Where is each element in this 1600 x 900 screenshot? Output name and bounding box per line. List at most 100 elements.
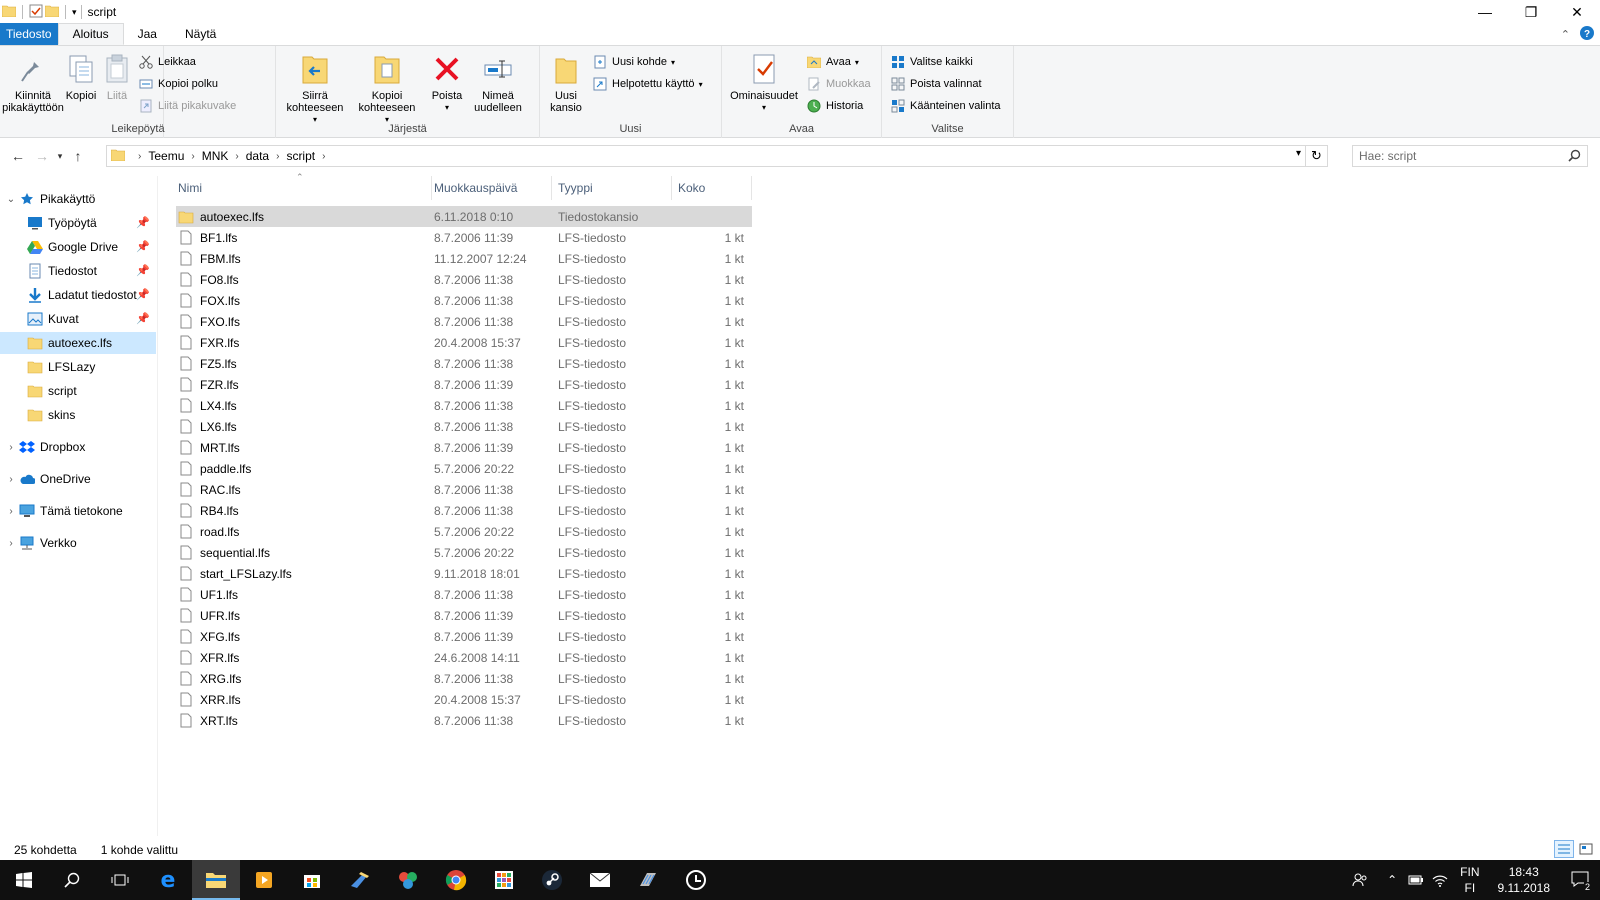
clock-app-icon[interactable] [672, 860, 720, 900]
collapse-ribbon-icon[interactable]: ⌃ [1561, 28, 1570, 41]
column-header-name[interactable]: Nimi ⌃ [176, 172, 432, 200]
chevron-right-icon[interactable]: › [138, 151, 141, 162]
apps-grid-icon[interactable] [480, 860, 528, 900]
up-button[interactable]: ↑ [67, 145, 89, 167]
file-row[interactable]: XRT.lfs 8.7.2006 11:38 LFS-tiedosto 1 kt [176, 710, 752, 731]
chevron-right-icon[interactable]: › [322, 151, 325, 162]
chevron-right-icon[interactable]: › [191, 151, 194, 162]
file-explorer-icon[interactable] [192, 860, 240, 900]
breadcrumb-item[interactable]: MNK [202, 149, 229, 163]
nav-recent-autoexec[interactable]: autoexec.lfs [0, 332, 156, 354]
select-all-button[interactable]: Valitse kaikki [890, 54, 1001, 70]
open-button[interactable]: Avaa ▾ [806, 54, 871, 70]
media-player-icon[interactable] [240, 860, 288, 900]
forward-button[interactable]: → [31, 145, 53, 167]
start-button[interactable] [0, 860, 48, 900]
file-row[interactable]: RB4.lfs 8.7.2006 11:38 LFS-tiedosto 1 kt [176, 500, 752, 521]
clock[interactable]: 18:43 9.11.2018 [1488, 864, 1561, 896]
nav-downloads[interactable]: Ladatut tiedostot 📌 [0, 284, 156, 306]
tab-file[interactable]: Tiedosto [0, 23, 58, 45]
history-button[interactable]: Historia [806, 98, 871, 114]
file-row[interactable]: FZ5.lfs 8.7.2006 11:38 LFS-tiedosto 1 kt [176, 353, 752, 374]
search-input[interactable]: Hae: script [1352, 145, 1588, 167]
details-view-button[interactable] [1554, 840, 1574, 858]
file-row[interactable]: FXO.lfs 8.7.2006 11:38 LFS-tiedosto 1 kt [176, 311, 752, 332]
nav-this-pc[interactable]: › Tämä tietokone [0, 500, 156, 522]
file-row[interactable]: LX4.lfs 8.7.2006 11:38 LFS-tiedosto 1 kt [176, 395, 752, 416]
large-icons-view-button[interactable] [1576, 840, 1596, 858]
file-row[interactable]: BF1.lfs 8.7.2006 11:39 LFS-tiedosto 1 kt [176, 227, 752, 248]
pin-icon[interactable]: 📌 [136, 312, 150, 325]
wifi-icon[interactable] [1428, 860, 1452, 900]
colorful-app-icon[interactable] [384, 860, 432, 900]
invert-selection-button[interactable]: Käänteinen valinta [890, 98, 1001, 114]
file-row[interactable]: FO8.lfs 8.7.2006 11:38 LFS-tiedosto 1 kt [176, 269, 752, 290]
back-button[interactable]: ← [7, 145, 29, 167]
address-bar[interactable]: › Teemu › MNK › data › script › ▾ ↻ [106, 145, 1328, 167]
easy-access-button[interactable]: Helpotettu käyttö ▾ [592, 76, 703, 92]
file-row[interactable]: FZR.lfs 8.7.2006 11:39 LFS-tiedosto 1 kt [176, 374, 752, 395]
column-header-type[interactable]: Tyyppi [552, 176, 672, 200]
chrome-icon[interactable] [432, 860, 480, 900]
folder-row[interactable]: autoexec.lfs 6.11.2018 0:10 Tiedostokansio [176, 206, 752, 227]
edit-button[interactable]: Muokkaa [806, 76, 871, 92]
people-icon[interactable] [1348, 860, 1372, 900]
tab-home[interactable]: Aloitus [57, 23, 124, 45]
nav-recent-skins[interactable]: skins [0, 404, 156, 426]
nav-recent-script[interactable]: script [0, 380, 156, 402]
new-folder-icon[interactable] [44, 5, 60, 20]
chevron-right-icon[interactable]: › [4, 538, 18, 549]
chevron-right-icon[interactable]: › [276, 151, 279, 162]
nav-onedrive[interactable]: › OneDrive [0, 468, 156, 490]
task-view-button[interactable] [96, 860, 144, 900]
steam-icon[interactable] [528, 860, 576, 900]
language-indicator[interactable]: FIN FI [1452, 864, 1487, 896]
pin-icon[interactable]: 📌 [136, 264, 150, 277]
restore-button[interactable]: ❐ [1508, 0, 1554, 24]
tab-view[interactable]: Näytä [171, 23, 230, 45]
nav-network[interactable]: › Verkko [0, 532, 156, 554]
column-header-modified[interactable]: Muokkauspäivä [432, 176, 552, 200]
file-row[interactable]: road.lfs 5.7.2006 20:22 LFS-tiedosto 1 kt [176, 521, 752, 542]
file-row[interactable]: XFR.lfs 24.6.2008 14:11 LFS-tiedosto 1 kt [176, 647, 752, 668]
chevron-right-icon[interactable]: › [4, 506, 18, 517]
file-row[interactable]: UFR.lfs 8.7.2006 11:39 LFS-tiedosto 1 kt [176, 605, 752, 626]
chevron-right-icon[interactable]: › [235, 151, 238, 162]
address-dropdown-icon[interactable]: ▾ [1296, 148, 1301, 159]
search-button[interactable] [48, 860, 96, 900]
file-row[interactable]: FBM.lfs 11.12.2007 12:24 LFS-tiedosto 1 kt [176, 248, 752, 269]
minimize-button[interactable]: — [1462, 0, 1508, 24]
breadcrumb-item[interactable]: data [246, 149, 269, 163]
mail-icon[interactable] [576, 860, 624, 900]
nav-recent-lfslazy[interactable]: LFSLazy [0, 356, 156, 378]
file-row[interactable]: XFG.lfs 8.7.2006 11:39 LFS-tiedosto 1 kt [176, 626, 752, 647]
file-row[interactable]: FXR.lfs 20.4.2008 15:37 LFS-tiedosto 1 kt [176, 332, 752, 353]
recent-locations-button[interactable]: ▾ [53, 145, 67, 167]
battery-icon[interactable] [1404, 860, 1428, 900]
select-none-button[interactable]: Poista valinnat [890, 76, 1001, 92]
chevron-down-icon[interactable]: ⌄ [4, 194, 18, 205]
close-button[interactable]: ✕ [1554, 0, 1600, 24]
action-center-button[interactable]: 2 [1560, 860, 1600, 900]
chevron-up-icon[interactable]: ⌃ [1380, 860, 1404, 900]
nav-quick-access[interactable]: ⌄ Pikakäyttö [0, 188, 156, 210]
customize-dropdown-icon[interactable]: ▾ [72, 7, 77, 18]
breadcrumb-item[interactable]: Teemu [148, 149, 184, 163]
nav-desktop[interactable]: Työpöytä 📌 [0, 212, 156, 234]
refresh-button[interactable]: ↻ [1305, 146, 1327, 166]
file-row[interactable]: paddle.lfs 5.7.2006 20:22 LFS-tiedosto 1 kt [176, 458, 752, 479]
tab-share[interactable]: Jaa [124, 23, 171, 45]
file-row[interactable]: XRG.lfs 8.7.2006 11:38 LFS-tiedosto 1 kt [176, 668, 752, 689]
file-row[interactable]: start_LFSLazy.lfs 9.11.2018 18:01 LFS-tied… [176, 563, 752, 584]
pin-icon[interactable]: 📌 [136, 240, 150, 253]
chevron-right-icon[interactable]: › [4, 442, 18, 453]
chevron-right-icon[interactable]: › [4, 474, 18, 485]
nav-documents[interactable]: Tiedostot 📌 [0, 260, 156, 282]
file-row[interactable]: UF1.lfs 8.7.2006 11:38 LFS-tiedosto 1 kt [176, 584, 752, 605]
file-row[interactable]: RAC.lfs 8.7.2006 11:38 LFS-tiedosto 1 kt [176, 479, 752, 500]
column-header-size[interactable]: Koko [672, 176, 752, 200]
file-row[interactable]: FOX.lfs 8.7.2006 11:38 LFS-tiedosto 1 kt [176, 290, 752, 311]
file-row[interactable]: LX6.lfs 8.7.2006 11:38 LFS-tiedosto 1 kt [176, 416, 752, 437]
pin-icon[interactable]: 📌 [136, 288, 150, 301]
store-icon[interactable] [288, 860, 336, 900]
